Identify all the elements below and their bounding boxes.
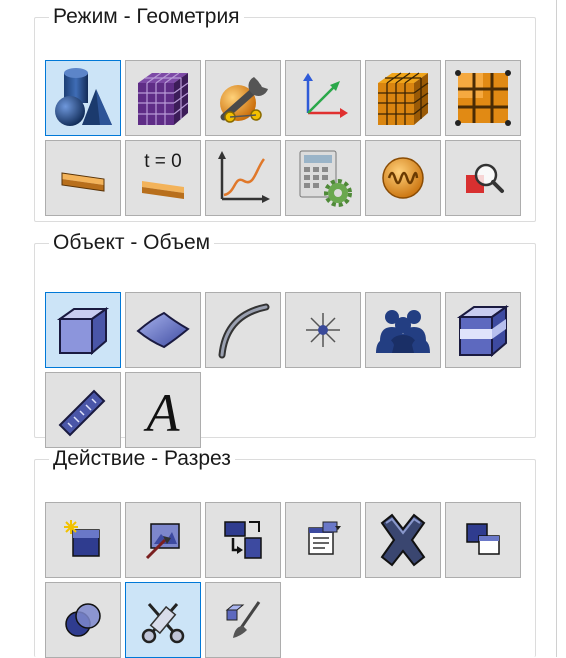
point-icon bbox=[306, 313, 340, 347]
purple-mesh-cube-icon bbox=[138, 72, 189, 125]
edit-image-icon bbox=[145, 523, 180, 560]
line-graph-icon bbox=[218, 151, 270, 203]
ruler-icon bbox=[58, 389, 106, 437]
layered-box-button[interactable] bbox=[445, 292, 521, 368]
boolean-button[interactable] bbox=[45, 582, 121, 658]
grid-plane-button[interactable] bbox=[445, 60, 521, 136]
wrench-sphere-icon bbox=[220, 77, 268, 123]
text-icon: A bbox=[144, 383, 181, 441]
edit-image-button[interactable] bbox=[125, 502, 201, 578]
calculator-gear-button[interactable] bbox=[285, 140, 361, 216]
point-button[interactable] bbox=[285, 292, 361, 368]
orange-mesh-cube-button[interactable] bbox=[365, 60, 441, 136]
time-zero-strip-icon: t = 0 bbox=[142, 151, 184, 199]
shapes-icon bbox=[55, 68, 112, 126]
layered-box-icon bbox=[456, 305, 510, 358]
time-zero-label: t = 0 bbox=[144, 151, 182, 172]
group-mode-geometry: Режим - Геометрия t = 0 bbox=[34, 6, 536, 222]
text-button[interactable]: A bbox=[125, 372, 201, 448]
transform-button[interactable] bbox=[205, 502, 281, 578]
strip-icon bbox=[61, 172, 105, 192]
time-zero-button[interactable]: t = 0 bbox=[125, 140, 201, 216]
transform-icon bbox=[224, 521, 262, 559]
curve-icon bbox=[218, 303, 270, 359]
group-object-volume: Объект - Объем A bbox=[34, 231, 536, 448]
panel-border bbox=[556, 0, 557, 657]
group-title-action-section: Действие - Разрез bbox=[53, 447, 231, 470]
group-icon bbox=[376, 310, 430, 353]
text-icon-label: A bbox=[144, 383, 181, 441]
ruler-button[interactable] bbox=[45, 372, 121, 448]
new-object-icon bbox=[64, 520, 100, 557]
copy-icon bbox=[466, 523, 500, 555]
oscillation-button[interactable] bbox=[365, 140, 441, 216]
line-graph-button[interactable] bbox=[205, 140, 281, 216]
properties-button[interactable] bbox=[285, 502, 361, 578]
tool-panel: Режим - Геометрия t = 0 Объект - Объем A… bbox=[0, 0, 566, 658]
oscillation-icon bbox=[382, 157, 424, 199]
properties-icon bbox=[308, 521, 341, 555]
strip-button[interactable] bbox=[45, 140, 121, 216]
group-title-mode-geometry: Режим - Геометрия bbox=[53, 5, 240, 28]
group-button[interactable] bbox=[365, 292, 441, 368]
surface-button[interactable] bbox=[125, 292, 201, 368]
surface-icon bbox=[136, 311, 190, 349]
delete-button[interactable] bbox=[365, 502, 441, 578]
coordinate-axes-button[interactable] bbox=[285, 60, 361, 136]
coordinate-axes-icon bbox=[303, 73, 348, 118]
cut-icon bbox=[141, 603, 185, 644]
shapes-button[interactable] bbox=[45, 60, 121, 136]
purple-mesh-cube-button[interactable] bbox=[125, 60, 201, 136]
box-icon bbox=[56, 307, 110, 356]
orange-mesh-cube-icon bbox=[378, 72, 429, 125]
grid-plane-icon bbox=[455, 70, 511, 126]
magnifier-icon bbox=[466, 163, 504, 193]
copy-button[interactable] bbox=[445, 502, 521, 578]
cut-button[interactable] bbox=[125, 582, 201, 658]
group-action-section: Действие - Разрез bbox=[34, 447, 536, 658]
calculator-gear-icon bbox=[299, 150, 352, 207]
sweep-button[interactable] bbox=[205, 582, 281, 658]
box-button[interactable] bbox=[45, 292, 121, 368]
new-object-button[interactable] bbox=[45, 502, 121, 578]
curve-button[interactable] bbox=[205, 292, 281, 368]
wrench-sphere-button[interactable] bbox=[205, 60, 281, 136]
magnifier-button[interactable] bbox=[445, 140, 521, 216]
boolean-icon bbox=[65, 603, 101, 637]
group-title-object-volume: Объект - Объем bbox=[53, 231, 211, 254]
sweep-icon bbox=[225, 601, 261, 638]
delete-icon bbox=[380, 513, 426, 567]
